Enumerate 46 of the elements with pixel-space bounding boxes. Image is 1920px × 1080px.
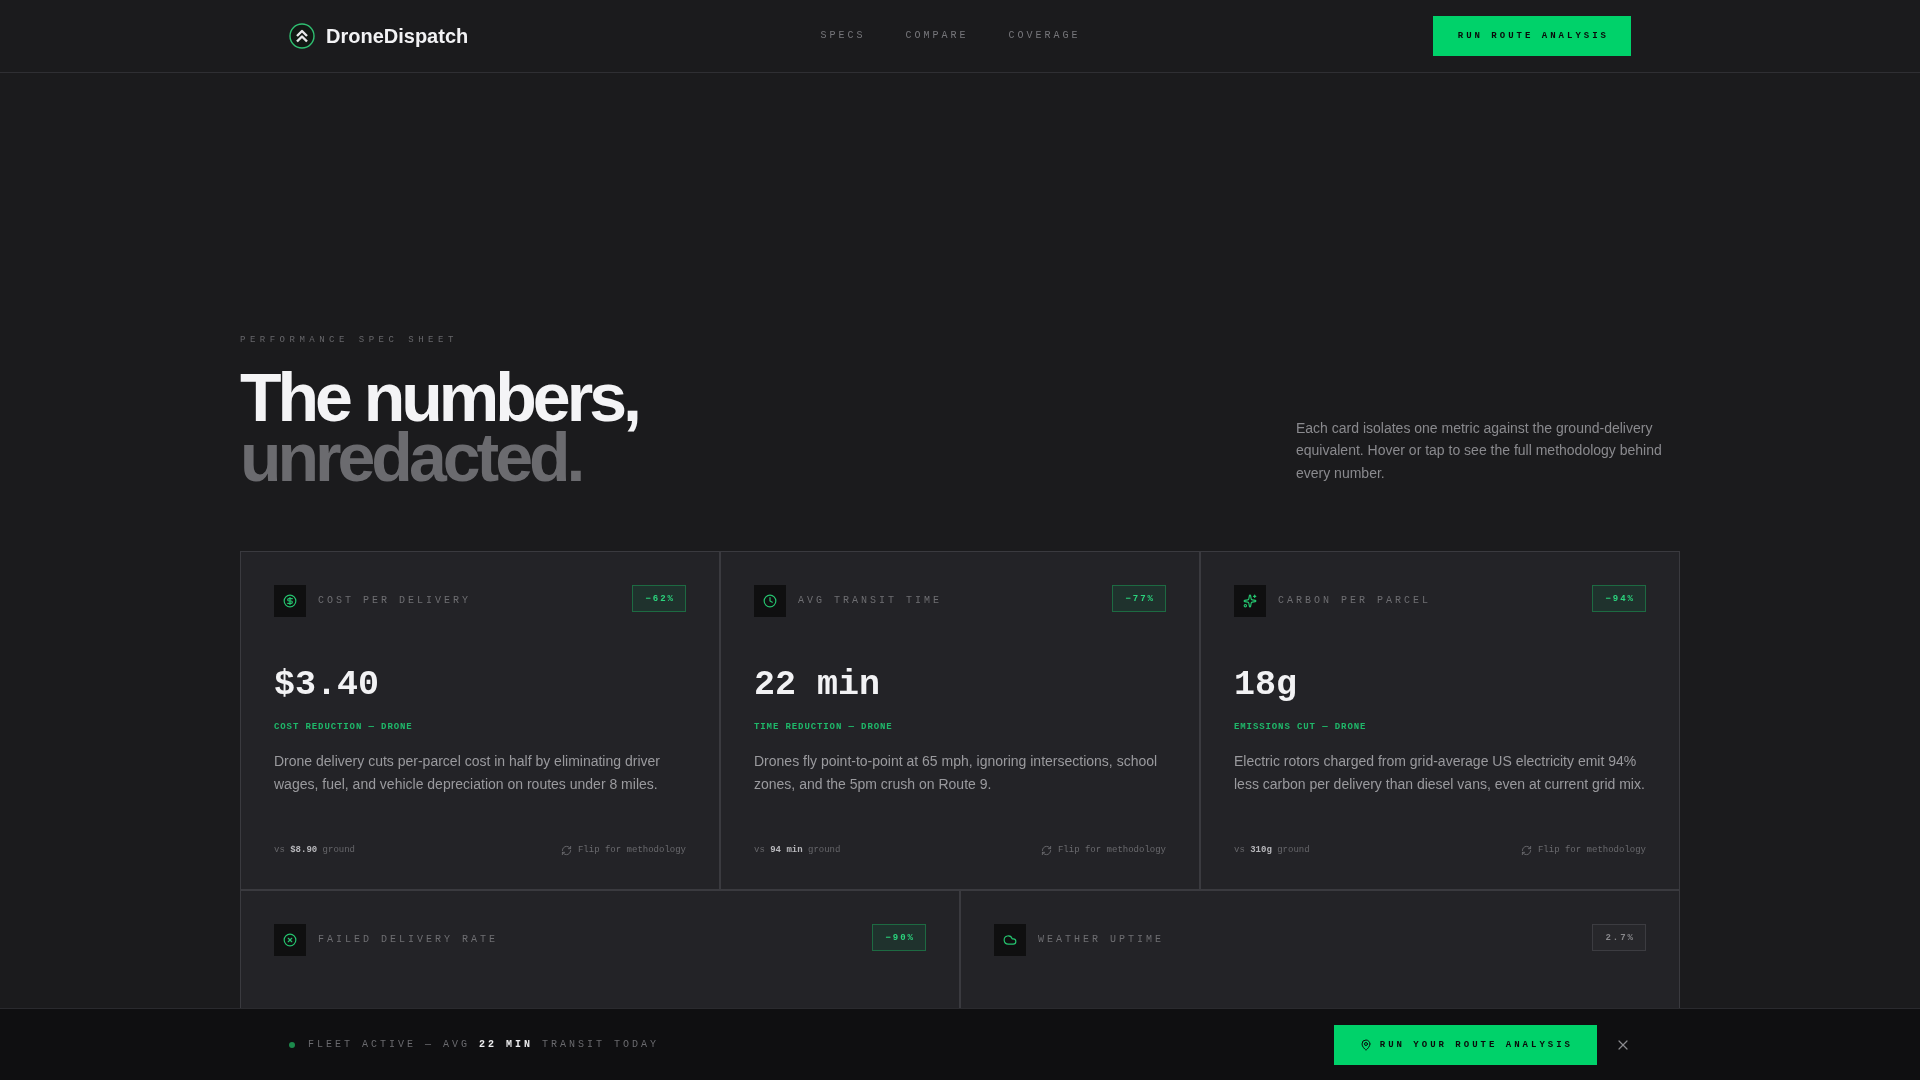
metric-label: FAILED DELIVERY RATE xyxy=(318,933,499,947)
nav-link[interactable]: SPECS xyxy=(820,29,866,43)
route-analysis-button[interactable]: RUN ROUTE ANALYSIS xyxy=(1432,16,1631,56)
metric-label: AVG TRANSIT TIME xyxy=(798,594,942,608)
flip-link[interactable]: Flip for methodology xyxy=(560,844,686,856)
brand-name: DroneDispatch xyxy=(326,24,469,48)
section-eyebrow: PERFORMANCE SPEC SHEET xyxy=(240,334,458,346)
change-badge: −77% xyxy=(1112,585,1166,612)
flip-link[interactable]: Flip for methodology xyxy=(1040,844,1166,856)
fleet-status-text: FLEET ACTIVE — AVG 22 MIN TRANSIT TODAY xyxy=(308,1039,660,1050)
ground-comparison: vs 94 min ground xyxy=(754,844,841,856)
metric-tagline: TIME REDUCTION — DRONE xyxy=(754,721,893,733)
map-pin-icon xyxy=(1359,1038,1372,1051)
cloud-icon xyxy=(994,924,1026,956)
chevron-logo-icon xyxy=(289,23,315,49)
metric-tagline: EMISSIONS CUT — DRONE xyxy=(1234,721,1367,733)
nav-link[interactable]: COMPARE xyxy=(905,29,969,43)
metric-value: 22 min xyxy=(754,667,881,703)
metric-description: Drones fly point-to-point at 65 mph, ignoring intersections, school zones, and the 5pm crush on Route 9. xyxy=(754,752,1159,794)
status-dot-icon xyxy=(289,1041,295,1048)
sparkles-icon xyxy=(1234,585,1266,617)
ground-comparison: vs 310g ground xyxy=(1234,844,1310,856)
change-badge: −62% xyxy=(632,585,686,612)
change-badge: −94% xyxy=(1592,585,1646,612)
metric-label: COST PER DELIVERY xyxy=(318,594,472,608)
route-analysis-button[interactable]: RUN YOUR ROUTE ANALYSIS xyxy=(1333,1024,1597,1065)
refresh-icon xyxy=(1040,844,1052,856)
ground-comparison: vs $8.90 ground xyxy=(274,844,356,856)
metric-description: Electric rotors charged from grid-average US electricity emit 94% less carbon per delivery than diesel vans, even at current grid mix. xyxy=(1234,752,1646,794)
flip-link[interactable]: Flip for methodology xyxy=(1520,844,1646,856)
hero-heading: The numbers, xyxy=(240,369,639,430)
circle-x-icon xyxy=(274,924,306,956)
refresh-icon xyxy=(1520,844,1532,856)
refresh-icon xyxy=(560,844,572,856)
clock-icon xyxy=(754,585,786,617)
metric-value: $3.40 xyxy=(274,667,380,703)
hero-heading-accent: unredacted. xyxy=(240,430,582,484)
metric-label: CARBON PER PARCEL xyxy=(1278,594,1432,608)
change-badge: 2.7% xyxy=(1592,924,1646,951)
metric-description: Drone delivery cuts per-parcel cost in half by eliminating driver wages, fuel, and vehicle depreciation on routes under 8 miles. xyxy=(274,752,661,794)
metric-tagline: COST REDUCTION — DRONE xyxy=(274,721,413,733)
nav-link[interactable]: COVERAGE xyxy=(1008,29,1081,43)
change-badge: −90% xyxy=(872,924,926,951)
metric-value: 18g xyxy=(1234,667,1297,703)
metric-label: WEATHER UPTIME xyxy=(1038,933,1164,947)
hero-intro: Each card isolates one metric against the ground-delivery equivalent. Hover or tap to see the full methodology behind every number. xyxy=(1296,418,1663,483)
